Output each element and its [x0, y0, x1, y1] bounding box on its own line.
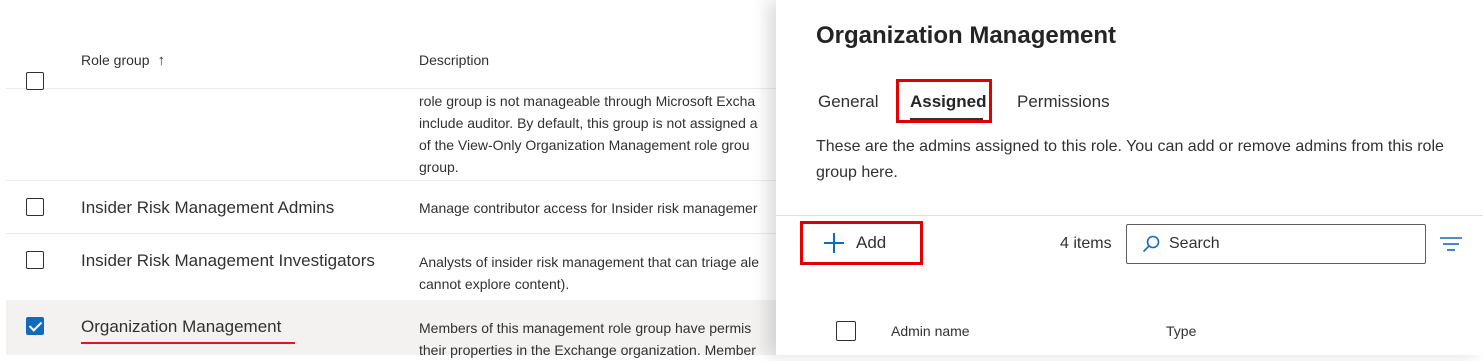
highlight-box-assigned: [896, 79, 992, 123]
description-line: Analysts of insider risk management that…: [419, 254, 760, 270]
role-description: role group is not manageable through Mic…: [419, 90, 758, 178]
row-checkbox[interactable]: [26, 198, 44, 216]
search-icon: [1142, 235, 1160, 253]
items-count: 4 items: [1060, 235, 1112, 252]
row-checkbox[interactable]: [26, 251, 44, 269]
description-line: include auditor. By default, this group …: [419, 115, 758, 131]
description-line: role group is not manageable through Mic…: [419, 93, 756, 109]
row-checkbox[interactable]: [26, 72, 44, 90]
role-description: Analysts of insider risk management that…: [419, 251, 759, 295]
panel-divider: [776, 215, 1483, 216]
description-line: Members of this management role group ha…: [419, 320, 752, 336]
column-header-description[interactable]: Description: [419, 52, 489, 68]
header-divider: [6, 88, 796, 89]
panel-description: These are the admins assigned to this ro…: [816, 138, 1444, 181]
select-all-checkbox[interactable]: [836, 321, 856, 341]
search-placeholder: Search: [1169, 235, 1220, 252]
column-header-role-group[interactable]: Role group ↑: [81, 52, 165, 69]
filter-icon[interactable]: [1440, 236, 1462, 252]
row-checkbox-checked[interactable]: [26, 317, 44, 335]
highlight-underline: [81, 342, 295, 344]
row-divider: [6, 233, 796, 234]
column-header-type[interactable]: Type: [1166, 323, 1196, 339]
column-header-admin-name[interactable]: Admin name: [891, 323, 970, 339]
role-group-name[interactable]: Insider Risk Management Admins: [81, 198, 334, 218]
description-line: of the View-Only Organization Management…: [419, 137, 750, 153]
highlight-box-add: [800, 221, 923, 265]
tab-permissions[interactable]: Permissions: [1017, 92, 1110, 112]
panel-title: Organization Management: [816, 22, 1117, 49]
detail-panel: Organization Management General Assigned…: [776, 0, 1483, 355]
role-description: Manage contributor access for Insider ri…: [419, 197, 757, 219]
description-line: cannot explore content).: [419, 276, 570, 292]
role-group-name[interactable]: Insider Risk Management Investigators: [81, 251, 375, 271]
role-group-name[interactable]: Organization Management: [81, 317, 281, 337]
search-box[interactable]: Search: [1126, 224, 1426, 264]
tab-general[interactable]: General: [818, 92, 878, 112]
row-divider: [6, 180, 796, 181]
description-line: group.: [419, 159, 459, 175]
role-group-list: Role group ↑ Description role group is no…: [0, 0, 800, 358]
sort-ascending-icon: ↑: [157, 52, 166, 69]
description-line: Manage contributor access for Insider ri…: [419, 200, 758, 216]
description-line: their properties in the Exchange organiz…: [419, 342, 756, 358]
role-description: Members of this management role group ha…: [419, 317, 756, 361]
column-header-role-group-label: Role group: [81, 52, 150, 68]
